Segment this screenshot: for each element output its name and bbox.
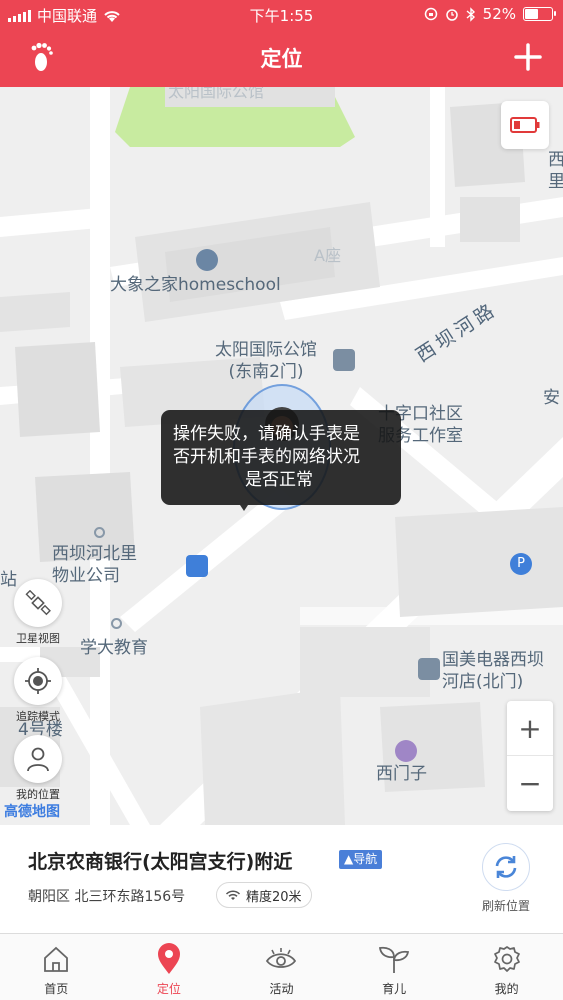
zoom-in-button[interactable]: +	[507, 701, 553, 756]
person-icon	[27, 747, 49, 772]
tracking-mode-label: 追踪模式	[16, 710, 60, 723]
map-label-elephant-home: 大象之家homeschool	[110, 275, 281, 295]
wifi-accuracy-icon	[225, 890, 241, 900]
zoom-out-button[interactable]: −	[507, 756, 553, 811]
map-label-a-building: A座	[314, 246, 341, 265]
zoom-control: + −	[507, 701, 553, 811]
location-info-panel: 北京农商银行(太阳宫支行)附近 ▲导航 朝阳区 北三环东路156号 精度20米 …	[0, 825, 563, 933]
map-label-xibahebeili: 西坝河北里 物业公司	[52, 543, 137, 587]
school-poi-icon	[196, 249, 218, 271]
ximenzi-poi-icon	[395, 740, 417, 762]
tracking-mode-button[interactable]	[14, 657, 62, 705]
map-label-gate: 太阳国际公馆 (东南2门)	[196, 339, 336, 383]
tab-bar: 首页 定位 活动 育儿 我的	[0, 933, 563, 1000]
gome-poi-icon	[418, 658, 440, 680]
refresh-location-label: 刷新位置	[481, 899, 530, 913]
watch-battery-button[interactable]	[501, 101, 549, 149]
satellite-icon	[25, 590, 51, 616]
tab-home-label: 首页	[44, 982, 69, 996]
add-icon[interactable]	[513, 42, 543, 72]
battery-percent: 52%	[482, 5, 516, 23]
tab-parenting-label: 育儿	[382, 982, 407, 996]
poi-dot-icon-2	[111, 618, 122, 629]
alarm-icon	[445, 9, 458, 21]
home-icon	[44, 946, 69, 972]
map-label-gome-line1: 国美电器西坝	[442, 650, 544, 670]
crosshair-icon	[25, 668, 51, 694]
error-toast: 操作失败，请确认手表是 否开机和手表的网络状况 是否正常	[161, 410, 401, 505]
tracking-mode-tool[interactable]: 追踪模式	[14, 657, 62, 724]
my-location-label: 我的位置	[16, 788, 60, 801]
map-label-xuedajiaoyu: 学大教育	[80, 638, 148, 658]
location-name: 北京农商银行(太阳宫支行)附近	[28, 851, 293, 873]
status-right: 52%	[424, 5, 556, 23]
gate-poi-icon	[333, 349, 355, 371]
bus-stop-icon	[186, 555, 208, 577]
map-label-gate-line2: (东南2门)	[228, 362, 304, 382]
location-address: 朝阳区 北三环东路156号	[28, 889, 186, 905]
status-bar: 中国联通 下午1:55 52%	[0, 0, 563, 30]
battery-icon	[523, 7, 556, 21]
tab-location[interactable]: 定位	[113, 934, 226, 1000]
tab-location-label: 定位	[156, 982, 181, 996]
satellite-view-tool[interactable]: 卫星视图	[14, 579, 62, 646]
tab-activity[interactable]: 活动	[225, 934, 338, 1000]
page-title: 定位	[260, 47, 303, 71]
tab-mine-label: 我的	[494, 982, 519, 996]
map-label-gate-line1: 太阳国际公馆	[215, 340, 317, 360]
map-label-gome-line2: 河店(北门)	[442, 672, 524, 692]
map-label-xibahebeili-line1: 西坝河北里	[52, 544, 137, 564]
tab-home[interactable]: 首页	[0, 934, 113, 1000]
refresh-location[interactable]: 刷新位置	[478, 843, 534, 914]
navigate-button[interactable]: ▲导航	[339, 850, 383, 869]
battery-fill	[525, 9, 538, 19]
toast-line-3: 是否正常	[245, 470, 313, 490]
rotation-lock-icon	[424, 7, 437, 21]
nav-bar: 定位	[0, 30, 563, 87]
map-label-right-edge3: 安	[543, 388, 560, 408]
my-location-button[interactable]	[14, 735, 62, 783]
map-label-gome: 国美电器西坝 河店(北门)	[442, 649, 544, 693]
tab-mine[interactable]: 我的	[450, 934, 563, 1000]
gear-icon	[493, 946, 520, 972]
map-view[interactable]: 太阳国际公馆 A座 大象之家homeschool 太阳国际公馆 (东南2门) 西…	[0, 87, 563, 825]
tab-parenting[interactable]: 育儿	[338, 934, 451, 1000]
eye-icon	[266, 948, 297, 968]
map-label-xibahebeili-line2: 物业公司	[52, 566, 120, 586]
my-location-tool[interactable]: 我的位置	[14, 735, 62, 802]
map-label-right-edge1: 西	[548, 150, 563, 170]
location-pin-icon	[157, 943, 180, 974]
map-label-right-edge2: 里	[548, 172, 563, 192]
refresh-location-button[interactable]	[482, 843, 530, 891]
poi-dot-icon	[94, 527, 105, 538]
tab-activity-label: 活动	[269, 982, 294, 996]
map-provider-logo: 高德地图	[4, 804, 60, 820]
app-header: 中国联通 下午1:55 52% 定位	[0, 0, 563, 87]
bluetooth-icon	[466, 6, 475, 22]
refresh-icon	[495, 856, 517, 878]
toast-line-2: 否开机和手表的网络状况	[173, 447, 360, 467]
sprout-icon	[379, 946, 410, 973]
low-battery-icon	[510, 117, 540, 133]
accuracy-text: 精度20米	[246, 889, 302, 905]
satellite-view-button[interactable]	[14, 579, 62, 627]
map-label-ximenzi: 西门子	[376, 764, 427, 784]
map-label-top-building: 太阳国际公馆	[168, 87, 265, 101]
parking-icon: P	[510, 553, 532, 575]
accuracy-badge: 精度20米	[216, 882, 312, 908]
satellite-view-label: 卫星视图	[16, 632, 60, 645]
toast-line-1: 操作失败，请确认手表是	[173, 424, 360, 444]
